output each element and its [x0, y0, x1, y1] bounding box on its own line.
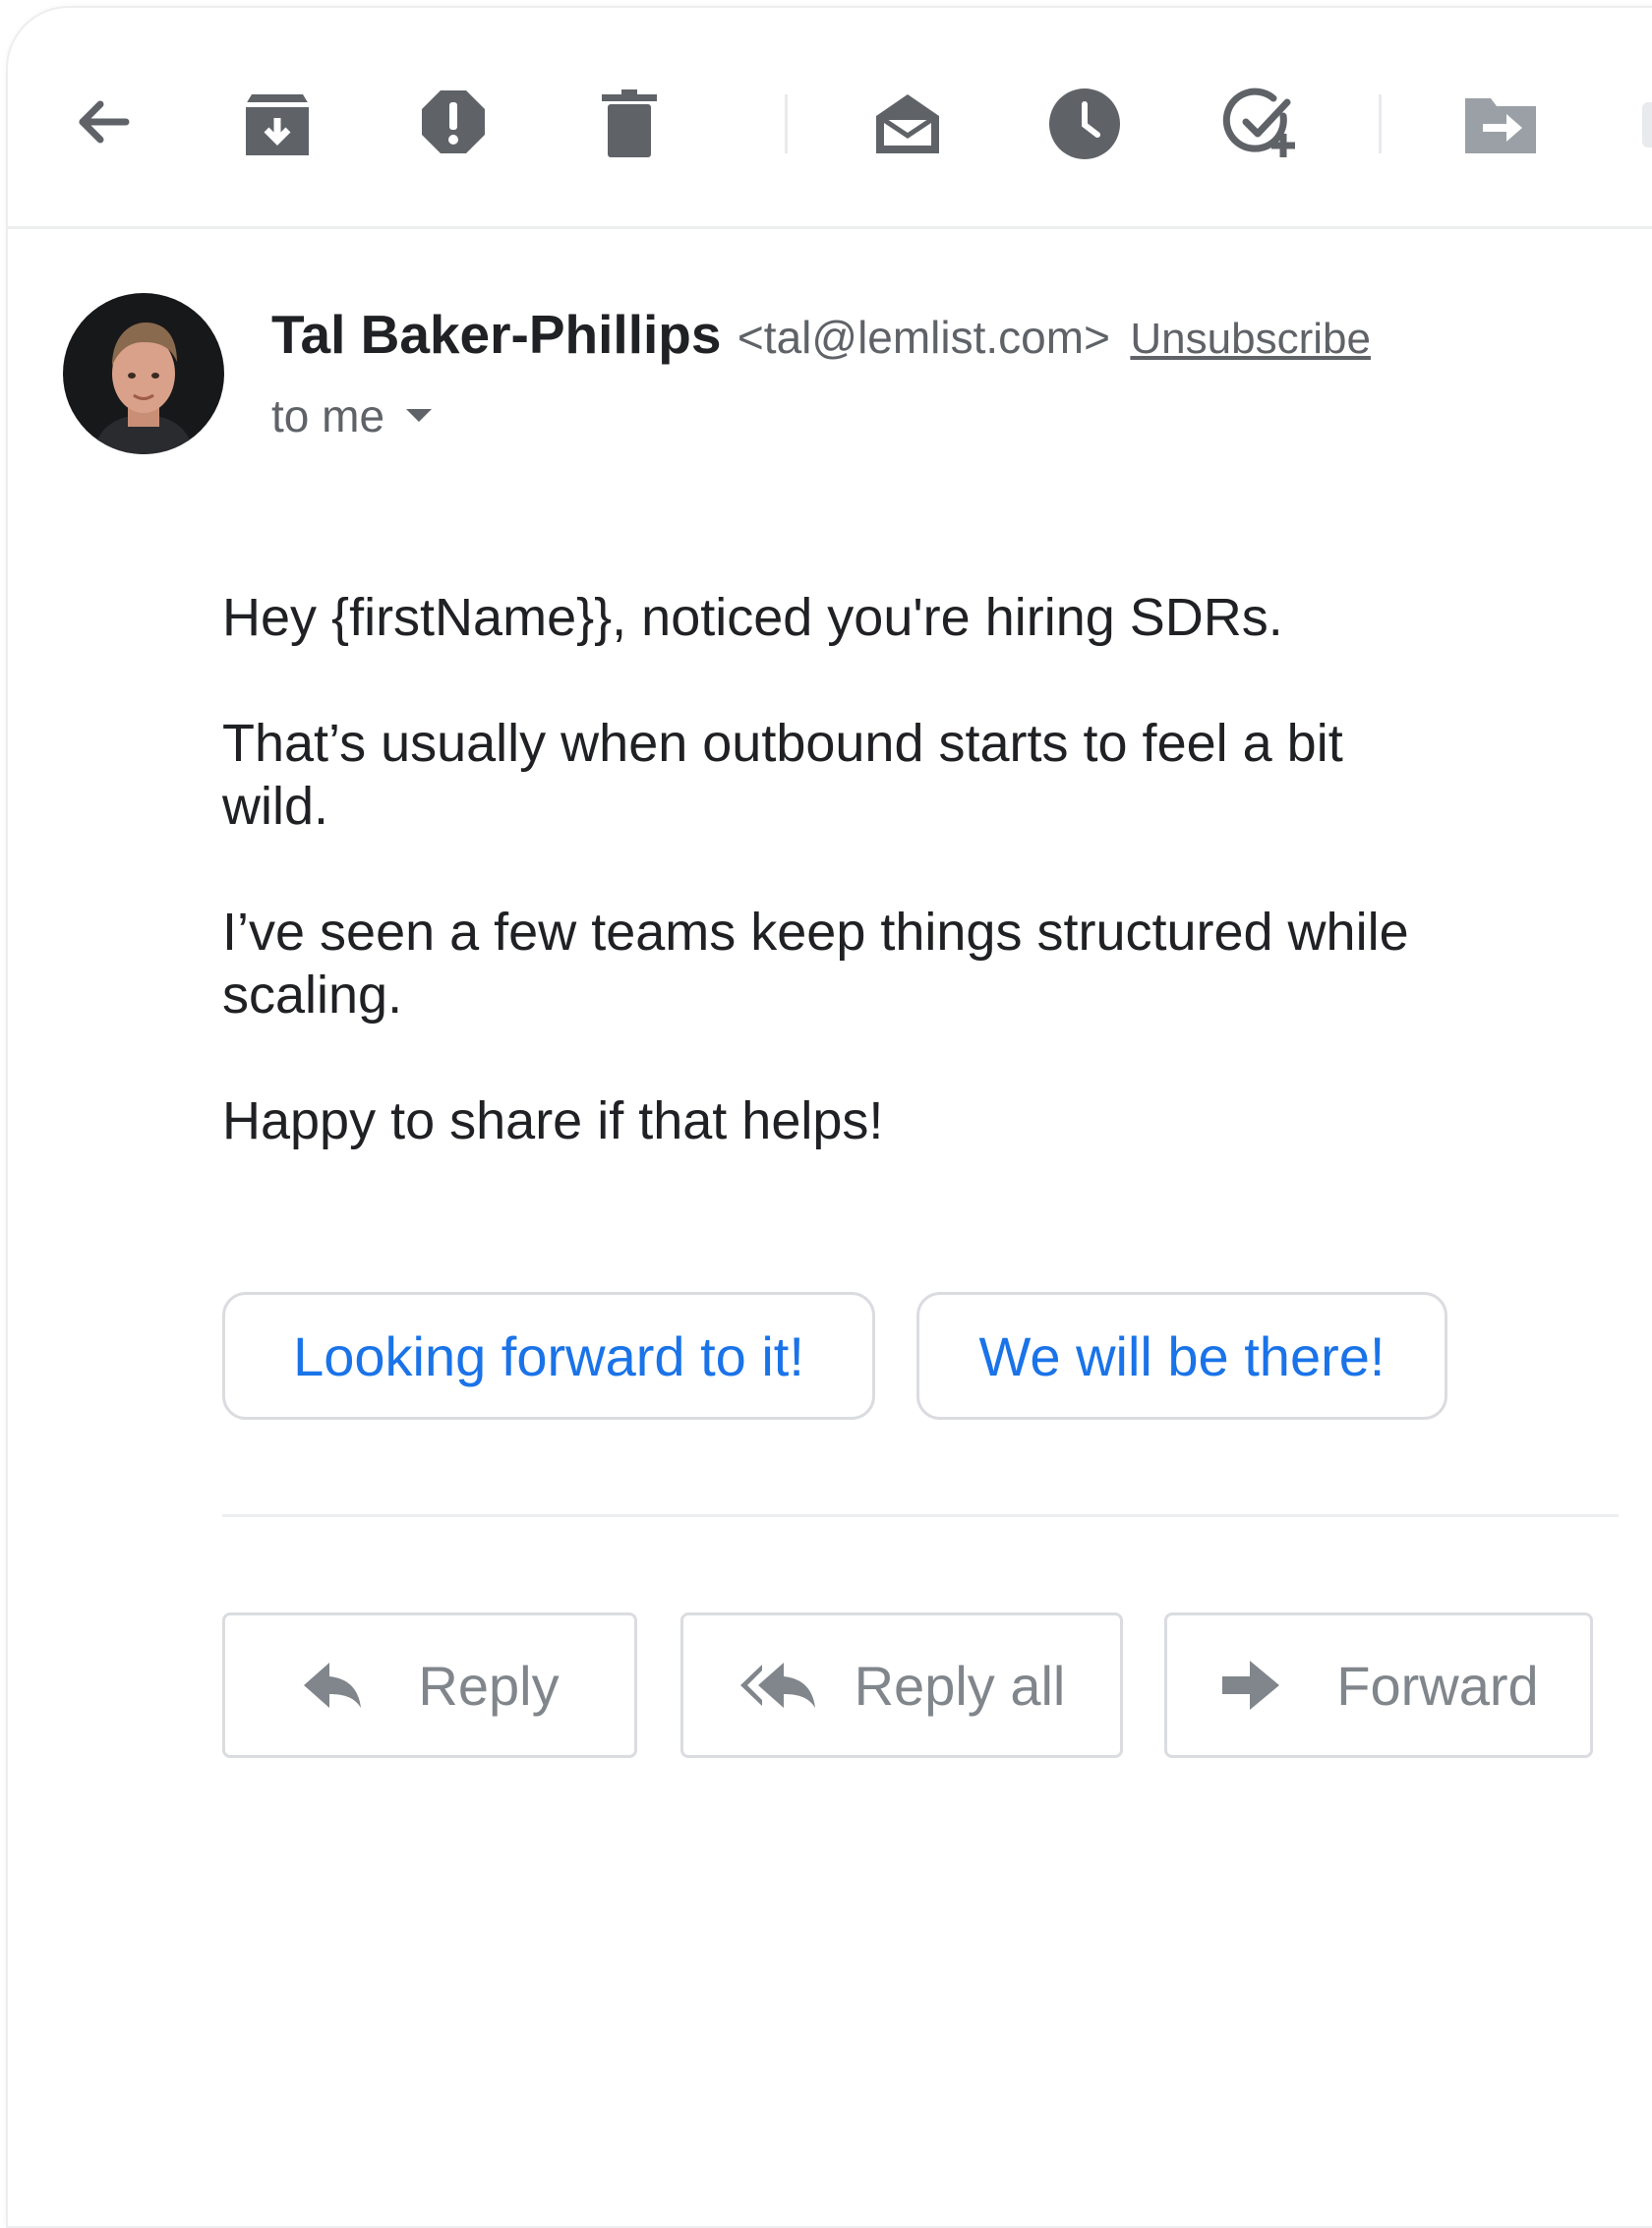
- mark-unread-icon[interactable]: [868, 85, 947, 163]
- body-paragraph: That’s usually when outbound starts to f…: [222, 714, 1343, 836]
- toolbar-divider: [785, 94, 788, 153]
- delete-icon[interactable]: [590, 85, 669, 163]
- snooze-icon[interactable]: [1045, 85, 1124, 163]
- archive-icon[interactable]: [238, 85, 317, 163]
- add-to-tasks-icon[interactable]: [1222, 85, 1301, 163]
- forward-icon: [1218, 1653, 1283, 1718]
- avatar: [63, 293, 224, 454]
- body-paragraph: I’ve seen a few teams keep things struct…: [222, 903, 1409, 1025]
- reply-icon: [300, 1653, 365, 1718]
- forward-button[interactable]: Forward: [1164, 1612, 1593, 1758]
- reply-all-icon: [738, 1653, 821, 1718]
- reply-label: Reply: [418, 1654, 560, 1717]
- body-paragraph: Hey {firstName}}, noticed you're hiring …: [222, 588, 1283, 647]
- report-spam-icon[interactable]: [414, 85, 493, 163]
- body-paragraph: Happy to share if that helps!: [222, 1091, 884, 1150]
- forward-label: Forward: [1336, 1654, 1539, 1717]
- smart-reply-button[interactable]: Looking forward to it!: [222, 1292, 875, 1420]
- recipient-label: to me: [271, 390, 385, 441]
- sender-line: Tal Baker-Phillips <tal@lemlist.com> Uns…: [271, 303, 1371, 366]
- more-icon[interactable]: [1642, 102, 1652, 147]
- divider: [222, 1514, 1619, 1517]
- chevron-down-icon: [406, 409, 433, 423]
- unsubscribe-link[interactable]: Unsubscribe: [1130, 315, 1371, 363]
- email-window: Tal Baker-Phillips <tal@lemlist.com> Uns…: [6, 6, 1652, 2228]
- move-to-icon[interactable]: [1461, 85, 1540, 163]
- sender-email: <tal@lemlist.com>: [737, 312, 1110, 363]
- toolbar-divider: [1379, 94, 1382, 153]
- sender-name: Tal Baker-Phillips: [271, 304, 722, 365]
- smart-reply-button[interactable]: We will be there!: [916, 1292, 1447, 1420]
- back-arrow-icon[interactable]: [61, 85, 140, 163]
- toolbar: [8, 8, 1652, 229]
- reply-all-button[interactable]: Reply all: [680, 1612, 1123, 1758]
- message-body: Hey {firstName}}, noticed you're hiring …: [222, 586, 1461, 1215]
- reply-all-label: Reply all: [854, 1654, 1066, 1717]
- recipient-details-toggle[interactable]: to me: [271, 389, 433, 442]
- reply-button[interactable]: Reply: [222, 1612, 637, 1758]
